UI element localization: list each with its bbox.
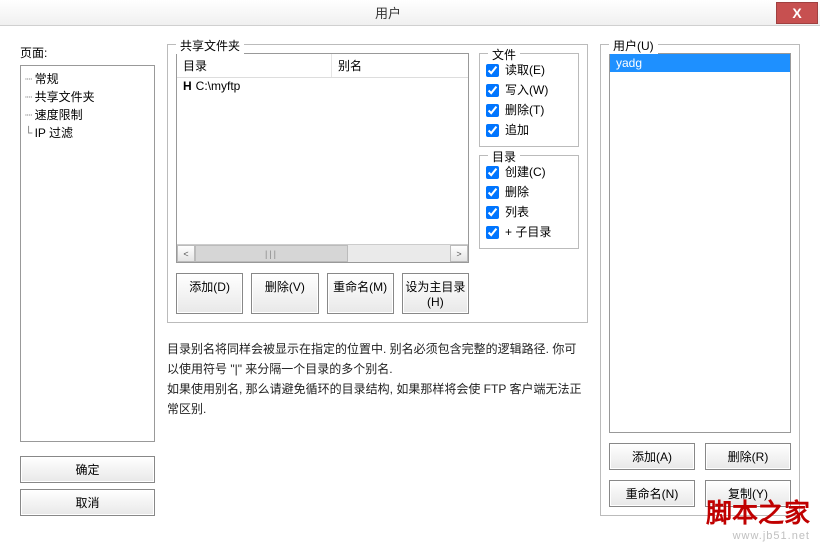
tree-item-shared[interactable]: ┈ 共享文件夹 xyxy=(23,88,152,106)
scroll-track[interactable]: ||| xyxy=(195,245,450,262)
user-delete-button[interactable]: 删除(R) xyxy=(705,443,791,470)
table-row[interactable]: HC:\myftp xyxy=(177,78,468,94)
col-header-dir[interactable]: 目录 xyxy=(177,54,332,77)
user-add-button[interactable]: 添加(A) xyxy=(609,443,695,470)
page-tree[interactable]: ┈ 常规 ┈ 共享文件夹 ┈ 速度限制 └ IP 过滤 xyxy=(20,65,155,442)
cancel-button[interactable]: 取消 xyxy=(20,489,155,516)
scroll-thumb[interactable]: ||| xyxy=(195,245,348,262)
dir-delete-button[interactable]: 删除(V) xyxy=(251,273,318,314)
window-titlebar: 用户 X xyxy=(0,0,820,26)
directory-table[interactable]: 目录 别名 HC:\myftp < ||| xyxy=(176,53,469,263)
shared-legend: 共享文件夹 xyxy=(176,37,244,54)
file-permissions-fieldset: 文件 读取(E) 写入(W) 删除(T) 追加 xyxy=(479,53,579,147)
window-close-button[interactable]: X xyxy=(776,2,818,24)
dir-rename-button[interactable]: 重命名(M) xyxy=(327,273,394,314)
perm-dir-delete[interactable]: 删除 xyxy=(486,182,572,202)
perm-dir-create[interactable]: 创建(C) xyxy=(486,162,572,182)
perm-file-delete[interactable]: 删除(T) xyxy=(486,100,572,120)
dir-perm-legend: 目录 xyxy=(488,148,520,165)
perm-dir-list[interactable]: 列表 xyxy=(486,202,572,222)
scroll-left-icon[interactable]: < xyxy=(177,245,195,262)
user-rename-button[interactable]: 重命名(N) xyxy=(609,480,695,507)
scroll-right-icon[interactable]: > xyxy=(450,245,468,262)
hint-text: 目录别名将同样会被显示在指定的位置中. 别名必须包含完整的逻辑路径. 你可以使用… xyxy=(167,339,588,419)
list-item[interactable]: yadg xyxy=(610,54,790,72)
window-title: 用户 xyxy=(0,3,776,22)
perm-file-append[interactable]: 追加 xyxy=(486,120,572,140)
tree-item-general[interactable]: ┈ 常规 xyxy=(23,70,152,88)
users-fieldset: 用户(U) yadg 添加(A) 删除(R) 重命名(N) 复制(Y) xyxy=(600,44,800,516)
h-scrollbar[interactable]: < ||| > xyxy=(177,244,468,262)
watermark: 脚本之家 www.jb51.net xyxy=(706,493,810,542)
dir-add-button[interactable]: 添加(D) xyxy=(176,273,243,314)
col-header-alias[interactable]: 别名 xyxy=(332,54,468,77)
page-label: 页面: xyxy=(20,44,155,61)
users-legend: 用户(U) xyxy=(609,37,658,54)
user-list[interactable]: yadg xyxy=(609,53,791,433)
dir-sethome-button[interactable]: 设为主目录(H) xyxy=(402,273,469,314)
dir-path: C:\myftp xyxy=(196,79,241,93)
perm-file-read[interactable]: 读取(E) xyxy=(486,60,572,80)
perm-dir-sub[interactable]: + 子目录 xyxy=(486,222,572,242)
dir-permissions-fieldset: 目录 创建(C) 删除 列表 + 子目录 xyxy=(479,155,579,249)
ok-button[interactable]: 确定 xyxy=(20,456,155,483)
tree-item-ipfilter[interactable]: └ IP 过滤 xyxy=(23,124,152,142)
tree-item-speed[interactable]: ┈ 速度限制 xyxy=(23,106,152,124)
shared-fieldset: 共享文件夹 目录 别名 HC:\myftp xyxy=(167,44,588,323)
file-perm-legend: 文件 xyxy=(488,46,520,63)
perm-file-write[interactable]: 写入(W) xyxy=(486,80,572,100)
